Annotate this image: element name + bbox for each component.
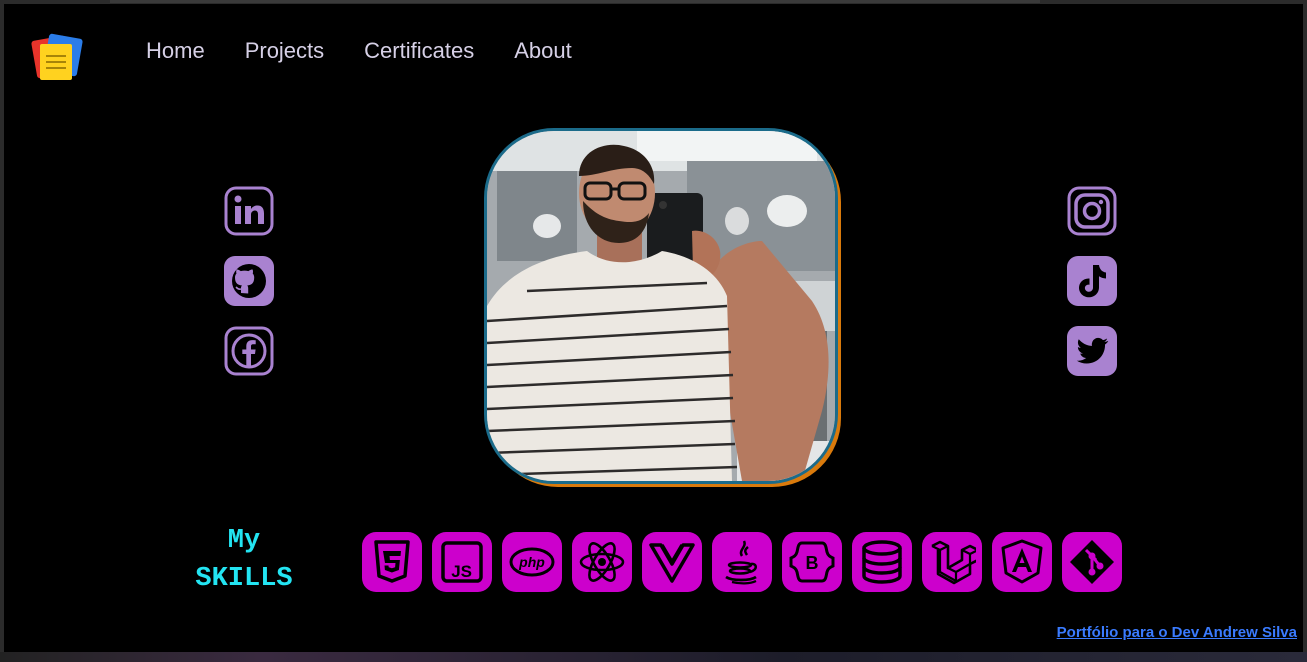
react-icon <box>579 542 625 582</box>
notes-logo-icon[interactable] <box>28 30 84 86</box>
linkedin-icon[interactable] <box>224 186 274 236</box>
github-icon[interactable] <box>224 256 274 306</box>
php-icon: php <box>509 547 555 577</box>
profile-photo-illustration <box>487 131 835 481</box>
skill-java[interactable] <box>712 532 772 592</box>
css3-icon <box>374 540 410 583</box>
skill-vue[interactable] <box>642 532 702 592</box>
window-bottom-strip <box>0 652 1307 662</box>
skills-title-line1: My <box>227 526 261 556</box>
vue-icon <box>649 543 695 583</box>
skill-react[interactable] <box>572 532 632 592</box>
database-icon <box>862 540 902 584</box>
page: Home Projects Certificates About My SKIL… <box>4 4 1303 652</box>
author-credit-link[interactable]: Portfólio para o Dev Andrew Silva <box>1057 624 1297 641</box>
nav-certificates[interactable]: Certificates <box>364 38 474 64</box>
skill-git[interactable] <box>1062 532 1122 592</box>
angular-icon <box>1001 539 1043 584</box>
instagram-icon[interactable] <box>1067 186 1117 236</box>
skill-database[interactable] <box>852 532 912 592</box>
laravel-icon <box>931 540 976 585</box>
social-links-right <box>1067 186 1117 376</box>
skill-php[interactable]: php <box>502 532 562 592</box>
svg-text:JS: JS <box>451 562 472 581</box>
nav-projects[interactable]: Projects <box>245 38 324 64</box>
git-icon <box>1070 540 1114 584</box>
skills-title: My SKILLS <box>174 522 314 598</box>
bootstrap-icon: B <box>789 541 835 583</box>
profile-photo <box>484 128 838 484</box>
facebook-icon[interactable] <box>224 326 274 376</box>
skill-javascript[interactable]: JS <box>432 532 492 592</box>
skills-list: JS php B <box>362 532 1122 592</box>
skill-css3[interactable] <box>362 532 422 592</box>
window-top-strip <box>110 0 1040 3</box>
skill-bootstrap[interactable]: B <box>782 532 842 592</box>
nav-home[interactable]: Home <box>146 38 205 64</box>
tiktok-icon[interactable] <box>1067 256 1117 306</box>
javascript-icon: JS <box>441 541 483 583</box>
nav-about[interactable]: About <box>514 38 572 64</box>
svg-text:B: B <box>806 553 819 573</box>
social-links-left <box>224 186 274 376</box>
svg-text:php: php <box>518 554 545 570</box>
main-nav: Home Projects Certificates About <box>146 38 572 64</box>
skill-angular[interactable] <box>992 532 1052 592</box>
skills-title-line2: SKILLS <box>195 564 293 594</box>
twitter-icon[interactable] <box>1067 326 1117 376</box>
skill-laravel[interactable] <box>922 532 982 592</box>
java-icon <box>725 540 757 585</box>
